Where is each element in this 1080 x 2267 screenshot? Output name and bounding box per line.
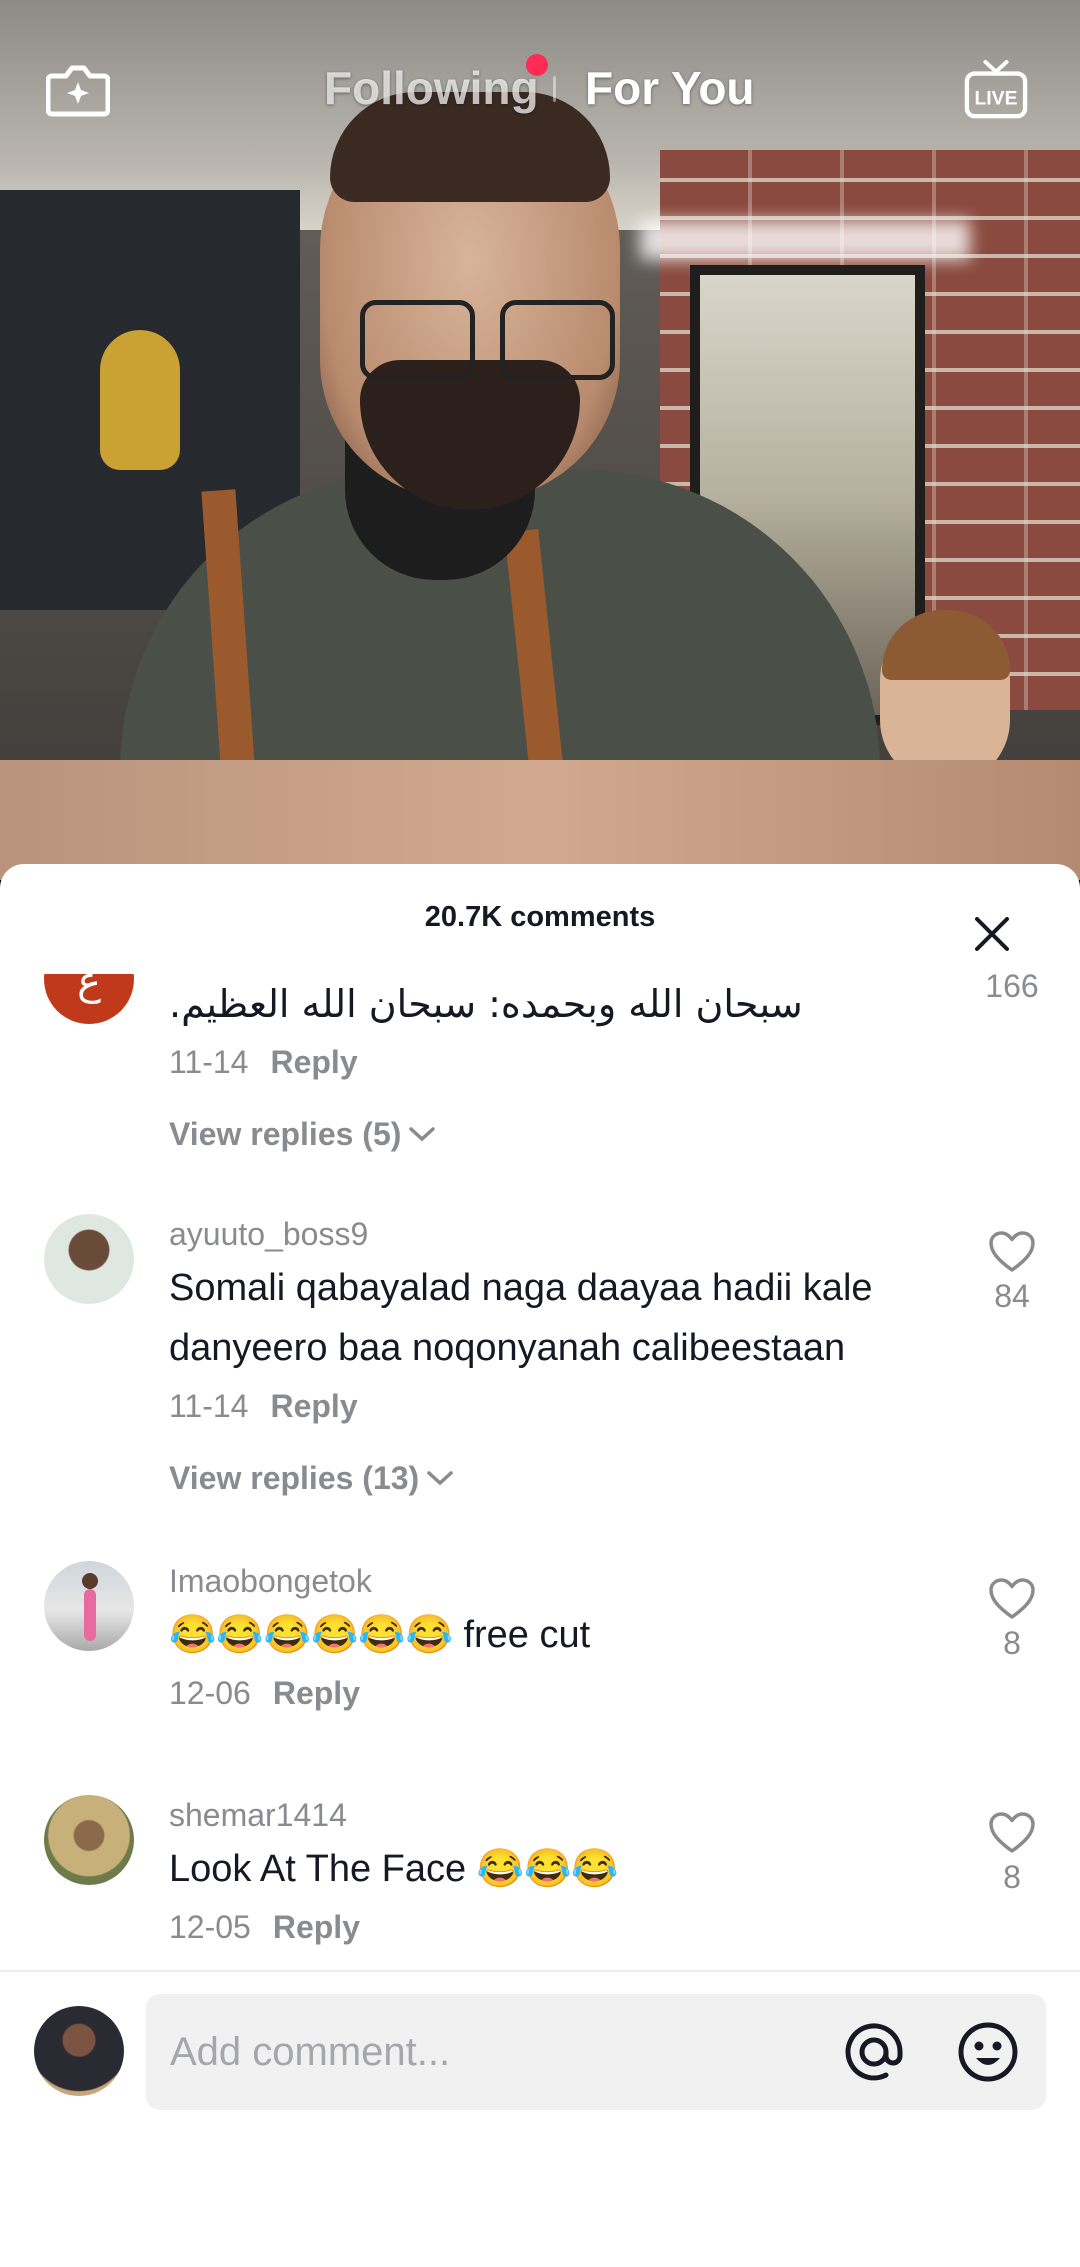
comment-username[interactable]: shemar1414 [169, 1795, 949, 1835]
like-count: 8 [1003, 1859, 1021, 1895]
chevron-down-icon [427, 1471, 453, 1486]
live-label: LIVE [974, 88, 1017, 110]
comment-text: 😂😂😂😂😂😂 free cut [169, 1614, 591, 1656]
comments-count-title: 20.7K comments [424, 901, 656, 933]
svg-text:ع: ع [77, 974, 101, 1004]
comment-date: 12-06 [169, 1675, 251, 1711]
wall-decoration [100, 330, 180, 470]
heart-icon [989, 1812, 1035, 1853]
comment-input-box[interactable] [146, 1994, 1046, 2110]
like-count: 166 [985, 974, 1039, 1004]
tab-for-you[interactable]: For You [585, 58, 755, 118]
comment-composer [0, 1970, 1080, 2267]
reply-button[interactable]: Reply [270, 1384, 357, 1428]
comment-date: 11-14 [169, 1388, 249, 1424]
heart-icon [989, 1578, 1035, 1619]
comment-date: 12-05 [169, 1909, 251, 1945]
like-button[interactable]: 8 [976, 1811, 1048, 1897]
like-count: 84 [994, 1278, 1030, 1314]
comment-text: Somali qabayalad naga daayaa hadii kale … [169, 1267, 873, 1369]
like-button[interactable]: 84 [976, 1230, 1048, 1316]
app-screen: Following For You LIVE 20.7K comments ع [0, 0, 1080, 2267]
tab-following[interactable]: Following [324, 58, 539, 118]
comments-sheet: 20.7K comments ع سبحان الله وبحمده: سبحا… [0, 864, 1080, 2267]
avatar[interactable] [44, 1561, 134, 1651]
avatar[interactable] [44, 1214, 134, 1304]
like-count: 8 [1003, 1625, 1021, 1661]
close-icon[interactable] [966, 908, 1018, 960]
reply-button[interactable]: Reply [273, 1905, 360, 1949]
avatar[interactable]: ع [44, 974, 134, 1024]
like-button[interactable]: 8 [976, 1577, 1048, 1663]
view-replies-button[interactable]: View replies (5) [169, 1112, 949, 1156]
comment-date: 11-14 [169, 1044, 249, 1080]
comments-list[interactable]: ع سبحان الله وبحمده: سبحان الله العظيم. … [0, 974, 1080, 1970]
comment-username[interactable]: ayuuto_boss9 [169, 1214, 949, 1254]
like-button[interactable]: 166 [976, 974, 1048, 1006]
avatar[interactable] [44, 1795, 134, 1885]
top-nav: Following For You LIVE [0, 0, 1080, 170]
camera-sparkle-icon[interactable] [46, 58, 110, 122]
view-replies-button[interactable]: View replies (13) [169, 1456, 949, 1500]
at-sign-icon[interactable] [842, 2020, 906, 2084]
chevron-down-icon [409, 1127, 436, 1142]
tab-divider [553, 76, 556, 102]
avatar[interactable] [34, 2006, 124, 2096]
reply-button[interactable]: Reply [270, 1040, 357, 1084]
comment-username[interactable]: Imaobongetok [169, 1561, 949, 1601]
notification-dot [526, 54, 548, 76]
comment-input[interactable] [170, 1994, 830, 2110]
live-tv-icon[interactable]: LIVE [964, 58, 1028, 122]
comment-text: Look At The Face 😂😂😂 [169, 1848, 619, 1890]
emoji-icon[interactable] [956, 2020, 1020, 2084]
comment-text: سبحان الله وبحمده: سبحان الله العظيم. [169, 982, 803, 1026]
reply-button[interactable]: Reply [273, 1671, 360, 1715]
heart-icon [989, 1231, 1035, 1272]
